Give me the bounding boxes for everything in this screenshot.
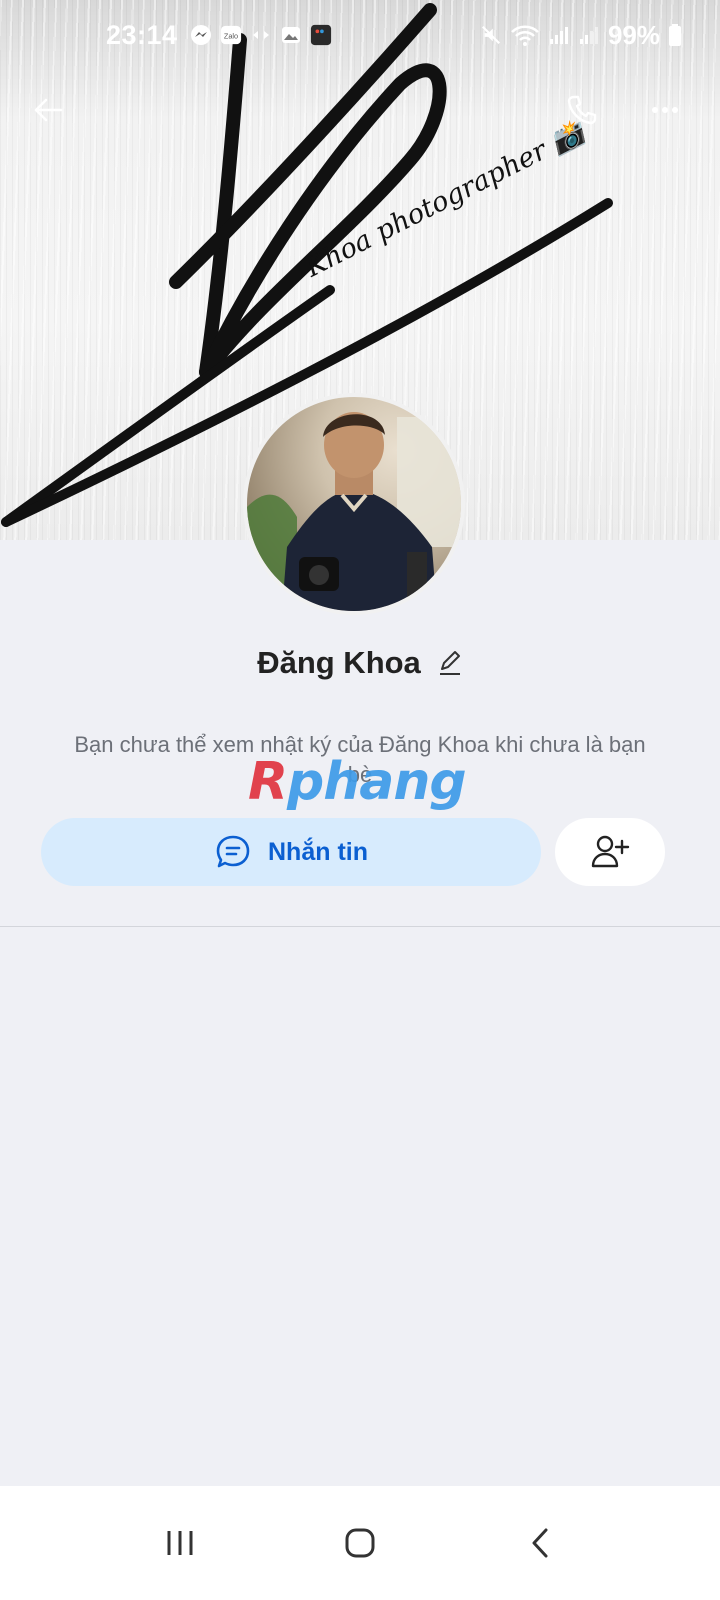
call-button[interactable] bbox=[560, 88, 604, 132]
avatar-photo bbox=[247, 412, 461, 611]
home-button[interactable] bbox=[330, 1513, 390, 1573]
signal-icon bbox=[548, 24, 570, 46]
edit-name-button[interactable] bbox=[437, 649, 463, 677]
add-friend-button[interactable] bbox=[555, 818, 665, 886]
recent-apps-button[interactable] bbox=[150, 1513, 210, 1573]
battery-icon bbox=[668, 24, 682, 46]
watermark-part-a: R bbox=[248, 752, 288, 812]
system-status: 99% bbox=[480, 20, 682, 51]
send-message-button[interactable]: Nhắn tin bbox=[41, 818, 541, 886]
data-transfer-icon bbox=[250, 24, 272, 46]
more-dots-icon bbox=[652, 107, 678, 113]
system-nav-bar bbox=[0, 1486, 720, 1600]
video-app-icon bbox=[310, 24, 332, 46]
gallery-icon bbox=[280, 24, 302, 46]
add-user-icon bbox=[591, 835, 630, 868]
notification-icons: Zalo bbox=[190, 24, 332, 46]
chat-bubble-icon bbox=[216, 835, 250, 868]
profile-name-row: Đăng Khoa bbox=[0, 645, 720, 681]
watermark-logo: Rphang bbox=[248, 752, 467, 812]
zalo-label: Zalo bbox=[223, 32, 237, 41]
home-icon bbox=[345, 1528, 375, 1558]
back-button[interactable] bbox=[26, 88, 70, 132]
recent-apps-icon bbox=[167, 1531, 193, 1555]
zalo-icon: Zalo bbox=[220, 24, 242, 46]
section-divider bbox=[0, 926, 720, 927]
status-bar: 23:14 Zalo 99% bbox=[0, 0, 720, 70]
phone-icon bbox=[567, 95, 597, 125]
wifi-icon bbox=[510, 24, 540, 46]
messenger-icon bbox=[190, 24, 212, 46]
send-message-label: Nhắn tin bbox=[268, 837, 368, 866]
profile-name: Đăng Khoa bbox=[257, 645, 421, 680]
system-back-button[interactable] bbox=[510, 1513, 570, 1573]
chevron-left-icon bbox=[532, 1528, 548, 1558]
signal-icon-2 bbox=[578, 24, 600, 46]
profile-avatar[interactable] bbox=[243, 393, 465, 615]
battery-percent: 99% bbox=[607, 19, 660, 50]
mute-icon bbox=[480, 24, 502, 46]
watermark-part-b: phang bbox=[287, 752, 467, 812]
status-time: 23:14 bbox=[106, 19, 178, 50]
arrow-left-icon bbox=[34, 98, 63, 122]
more-options-button[interactable] bbox=[643, 88, 687, 132]
app-bar bbox=[0, 80, 720, 140]
pencil-icon bbox=[439, 651, 460, 675]
